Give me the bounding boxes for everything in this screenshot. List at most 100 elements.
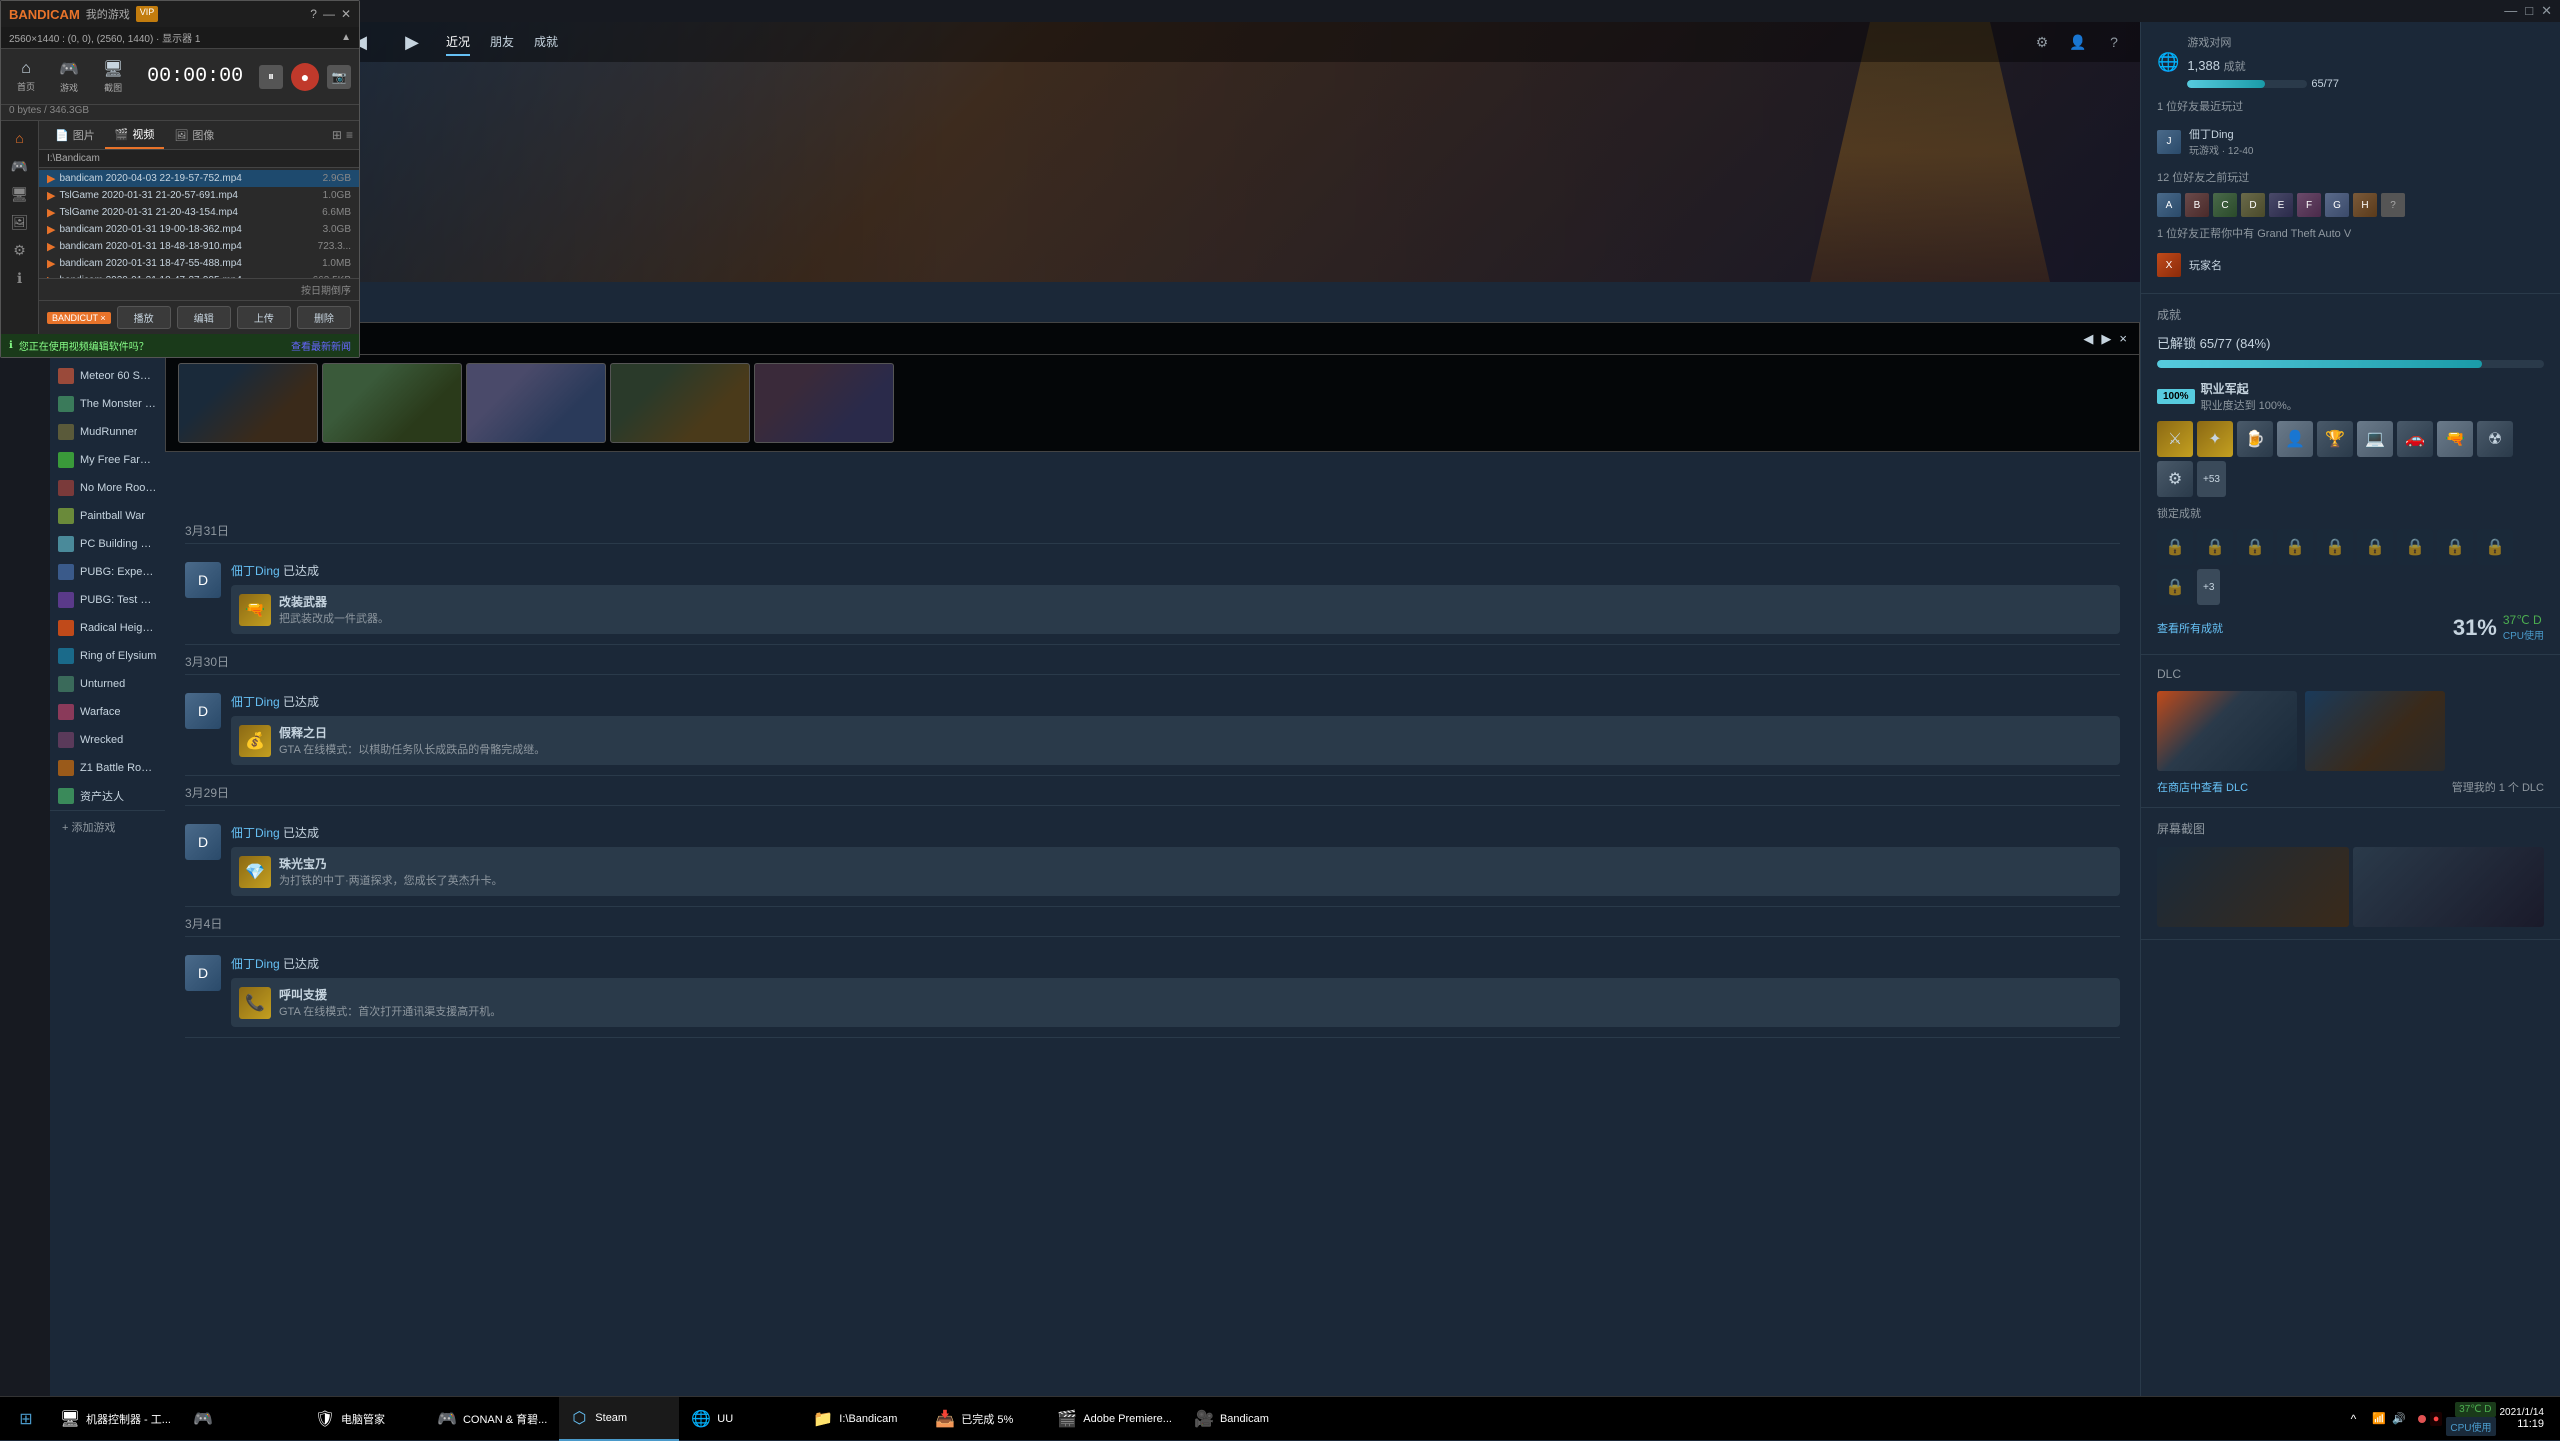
friend-grid-8[interactable]: H [2353, 193, 2377, 217]
bandicam-file-item-3[interactable]: ▶ bandicam 2020-01-31 19-00-18-362.mp4 3… [39, 221, 359, 238]
game-item-19[interactable]: PUBG: Experimental Server [50, 558, 165, 586]
bandicam-home-btn[interactable]: ⌂ 首页 [9, 56, 43, 97]
activity-user-2[interactable]: 佃丁Ding [231, 695, 280, 709]
media-thumb-5[interactable] [754, 363, 894, 443]
bandicam-delete-btn[interactable]: 删除 [297, 306, 351, 329]
bandicam-tab-video[interactable]: 🎬 视频 [105, 121, 165, 149]
media-thumb-4[interactable] [610, 363, 750, 443]
taskbar-item-8[interactable]: 🎬 Adobe Premiere... [1047, 1397, 1182, 1441]
bandicam-game-btn[interactable]: 🎮 游戏 [51, 55, 87, 98]
friend-item-1[interactable]: J 佃丁Ding 玩游戏 · 12-40 [2157, 122, 2544, 161]
dlc-image-1[interactable] [2157, 691, 2297, 771]
game-item-25[interactable]: Wrecked [50, 726, 165, 754]
bandicam-file-item-1[interactable]: ▶ TslGame 2020-01-31 21-20-57-691.mp4 1.… [39, 187, 359, 204]
view-news-link[interactable]: 查看最新新闻 [291, 338, 351, 353]
bandicam-minimize-btn[interactable]: — [323, 7, 335, 21]
bandicam-file-item-2[interactable]: ▶ TslGame 2020-01-31 21-20-43-154.mp4 6.… [39, 204, 359, 221]
game-item-14[interactable]: MudRunner [50, 418, 165, 446]
friend-grid-5[interactable]: E [2269, 193, 2293, 217]
minimize-icon[interactable]: — [2504, 3, 2517, 19]
media-next-btn[interactable]: ▶ [2101, 331, 2111, 347]
steam-help-icon[interactable]: ? [2100, 28, 2128, 56]
bandicam-sidebar-game2[interactable]: 🎮 [5, 153, 35, 179]
bandicam-file-item-4[interactable]: ▶ bandicam 2020-01-31 18-48-18-910.mp4 7… [39, 238, 359, 255]
taskbar-item-5[interactable]: 🌐 UU [681, 1397, 801, 1441]
media-thumb-3[interactable] [466, 363, 606, 443]
bandicut-badge[interactable]: BANDICUT × [47, 312, 111, 324]
game-item-26[interactable]: Z1 Battle Royale [50, 754, 165, 782]
bandicam-tab-file[interactable]: 📄 图片 [45, 121, 105, 149]
friend-grid-4[interactable]: D [2241, 193, 2265, 217]
taskbar-item-2[interactable]: 🛡 电脑管家 [305, 1397, 425, 1441]
steam-settings-icon[interactable]: ⚙ [2028, 28, 2056, 56]
activity-user-3[interactable]: 佃丁Ding [231, 826, 280, 840]
steam-tab-friends[interactable]: 朋友 [490, 29, 514, 56]
game-item-13[interactable]: The Monster Inside [50, 390, 165, 418]
taskbar-item-7[interactable]: 📥 已完成 5% [925, 1397, 1045, 1441]
friend-grid-2[interactable]: B [2185, 193, 2209, 217]
bandicam-record-btn[interactable]: ● [291, 63, 319, 91]
dlc-store-link[interactable]: 在商店中查看 DLC [2157, 779, 2248, 795]
bandicam-sidebar-home[interactable]: ⌂ [5, 125, 35, 151]
bandicam-file-item-0[interactable]: ▶ bandicam 2020-04-03 22-19-57-752.mp4 2… [39, 170, 359, 187]
taskbar-item-1[interactable]: 🎮 [183, 1397, 303, 1441]
taskbar-item-6[interactable]: 📁 I:\Bandicam [803, 1397, 923, 1441]
game-item-22[interactable]: Ring of Elysium [50, 642, 165, 670]
bandicam-screen-btn[interactable]: 🖥 截图 [95, 55, 131, 98]
view-all-ach-link[interactable]: 查看所有成就 [2157, 620, 2223, 636]
friend-grid-3[interactable]: C [2213, 193, 2237, 217]
taskbar-item-9[interactable]: 🎥 Bandicam [1184, 1397, 1304, 1441]
game-item-15[interactable]: My Free Farm 2 [50, 446, 165, 474]
media-close-btn[interactable]: × [2119, 331, 2127, 347]
steam-tab-achievements[interactable]: 成就 [534, 29, 558, 56]
screenshot-1[interactable] [2157, 847, 2349, 927]
game-item-17[interactable]: Paintball War [50, 502, 165, 530]
screenshot-2[interactable] [2353, 847, 2545, 927]
steam-user-icon[interactable]: 👤 [2064, 28, 2092, 56]
bandicam-sidebar-screen2[interactable]: 🖥 [5, 181, 35, 207]
bandicam-close-btn[interactable]: ✕ [341, 7, 351, 21]
bandicam-camera-btn[interactable]: 📷 [327, 65, 351, 89]
bandicam-tab-prev[interactable]: ⊞ [332, 128, 342, 142]
game-item-12[interactable]: Meteor 60 Seconds! [50, 362, 165, 390]
bandicam-file-item-5[interactable]: ▶ bandicam 2020-01-31 18-47-55-488.mp4 1… [39, 255, 359, 272]
bandicam-vip-badge[interactable]: VIP [136, 6, 159, 22]
media-thumb-2[interactable] [322, 363, 462, 443]
bandicam-tab-sort[interactable]: ≡ [346, 128, 353, 142]
friend-grid-6[interactable]: F [2297, 193, 2321, 217]
add-game-button[interactable]: + 添加游戏 [50, 810, 165, 843]
bandicam-tab-image[interactable]: 🖼 图像 [164, 121, 224, 149]
bandicam-help-btn[interactable]: ? [310, 7, 317, 21]
friend-grid-9[interactable]: ? [2381, 193, 2405, 217]
bandicam-upload-btn[interactable]: 上传 [237, 306, 291, 329]
friend-grid-7[interactable]: G [2325, 193, 2349, 217]
media-prev-btn[interactable]: ◀ [2083, 331, 2093, 347]
taskbar-item-3[interactable]: 🎮 CONAN & 育碧... [427, 1397, 557, 1441]
game-item-21[interactable]: Radical Heights [50, 614, 165, 642]
bandicam-sidebar-image2[interactable]: 🖼 [5, 209, 35, 235]
bandicam-sidebar-about[interactable]: ℹ [5, 265, 35, 291]
game-item-18[interactable]: PC Building Simulator [50, 530, 165, 558]
bandicam-nav-game[interactable]: 我的游戏 [86, 6, 130, 22]
activity-user-4[interactable]: 佃丁Ding [231, 957, 280, 971]
taskbar-start-btn[interactable]: ⊞ [4, 1397, 48, 1441]
bandicam-play-btn[interactable]: 播放 [117, 306, 171, 329]
taskbar-item-0[interactable]: 🖥 机器控制器 - 工... [50, 1397, 181, 1441]
bandicam-edit-btn[interactable]: 编辑 [177, 306, 231, 329]
steam-tab-about[interactable]: 近况 [446, 29, 470, 56]
friend-grid-1[interactable]: A [2157, 193, 2181, 217]
steam-forward-btn[interactable]: ▶ [394, 24, 430, 60]
friend-playing-1[interactable]: X 玩家名 [2157, 249, 2544, 281]
notify-icon[interactable]: ^ [2351, 1412, 2357, 1426]
bandicam-pause-btn[interactable]: ⏸ [259, 65, 283, 89]
game-item-20[interactable]: PUBG: Test Server [50, 586, 165, 614]
bandicam-file-item-6[interactable]: ▶ bandicam 2020-01-31 18-47-37-995.mp4 6… [39, 272, 359, 278]
game-item-16[interactable]: No More Room in Hell [50, 474, 165, 502]
close-icon[interactable]: ✕ [2541, 3, 2552, 19]
volume-icon[interactable]: 🔊 [2392, 1412, 2406, 1425]
network-icon[interactable]: 📶 [2372, 1412, 2386, 1425]
media-thumb-1[interactable] [178, 363, 318, 443]
activity-user-1[interactable]: 佃丁Ding [231, 564, 280, 578]
game-item-24[interactable]: Warface [50, 698, 165, 726]
bandicam-sidebar-settings[interactable]: ⚙ [5, 237, 35, 263]
